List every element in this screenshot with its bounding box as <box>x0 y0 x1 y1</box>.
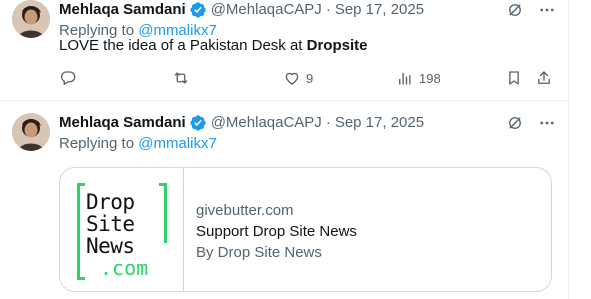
card-byline: By Drop Site News <box>196 244 322 261</box>
logo-line: News <box>86 234 135 258</box>
logo-bracket-right <box>159 183 167 243</box>
more-icon[interactable] <box>538 114 556 132</box>
author-handle[interactable]: @MehlaqaCAPJ <box>211 0 322 20</box>
logo-wordmark: Drop Site News <box>86 191 135 257</box>
views-icon <box>396 69 414 87</box>
like-button[interactable]: 9 <box>283 68 313 88</box>
logo-suffix: .com <box>100 256 149 280</box>
separator-dot: · <box>325 1 331 18</box>
verified-badge-icon <box>189 114 207 132</box>
repost-button[interactable] <box>172 68 195 88</box>
bookmark-button[interactable] <box>505 68 523 88</box>
views-button[interactable]: 198 <box>396 68 441 88</box>
reply-button[interactable] <box>59 68 82 88</box>
tweet[interactable]: Mehlaqa Samdani @MehlaqaCAPJ · Sep 17, 2… <box>0 0 568 101</box>
avatar[interactable] <box>12 0 50 38</box>
column-divider <box>568 0 569 299</box>
verified-badge-icon <box>189 1 207 19</box>
repost-icon <box>172 69 190 87</box>
card-thumbnail[interactable]: Drop Site News .com <box>60 168 184 291</box>
tweet-text-bold: Dropsite <box>306 37 368 54</box>
card-domain: givebutter.com <box>196 202 294 219</box>
timeline: Mehlaqa Samdani @MehlaqaCAPJ · Sep 17, 2… <box>0 0 591 299</box>
replying-prefix: Replying to <box>59 135 139 152</box>
tweet-text: LOVE the idea of a Pakistan Desk at Drop… <box>59 36 367 56</box>
like-count: 9 <box>306 70 314 86</box>
like-icon <box>283 69 301 87</box>
logo-line: Drop <box>86 190 135 214</box>
tweet[interactable]: Mehlaqa Samdani @MehlaqaCAPJ · Sep 17, 2… <box>0 101 568 299</box>
card-info[interactable]: givebutter.com Support Drop Site News By… <box>196 201 357 263</box>
mention-link[interactable]: @mmalikx7 <box>138 135 217 152</box>
replying-to: Replying to @mmalikx7 <box>59 134 217 154</box>
more-icon[interactable] <box>538 1 556 19</box>
grok-icon[interactable] <box>506 114 524 132</box>
link-card[interactable]: Drop Site News .com givebutter.com Suppo… <box>59 167 552 292</box>
grok-icon[interactable] <box>506 1 524 19</box>
tweet-date[interactable]: Sep 17, 2025 <box>335 113 424 133</box>
tweet-text-plain: LOVE the idea of a Pakistan Desk at <box>59 37 307 54</box>
author-name[interactable]: Mehlaqa Samdani <box>59 0 186 20</box>
views-count: 198 <box>419 70 441 86</box>
separator-dot: · <box>325 114 331 131</box>
bookmark-icon <box>505 69 523 87</box>
author-name[interactable]: Mehlaqa Samdani <box>59 113 186 133</box>
card-title: Support Drop Site News <box>196 223 357 240</box>
drop-site-news-logo: Drop Site News .com <box>77 183 167 280</box>
tweet-date[interactable]: Sep 17, 2025 <box>335 0 424 20</box>
avatar[interactable] <box>12 113 50 151</box>
reply-icon <box>59 69 77 87</box>
logo-line: Site <box>86 212 135 236</box>
action-bar: 9 198 <box>59 68 555 88</box>
logo-bracket-left <box>77 183 85 280</box>
author-handle[interactable]: @MehlaqaCAPJ <box>211 113 322 133</box>
share-icon <box>535 69 553 87</box>
share-button[interactable] <box>535 68 553 88</box>
